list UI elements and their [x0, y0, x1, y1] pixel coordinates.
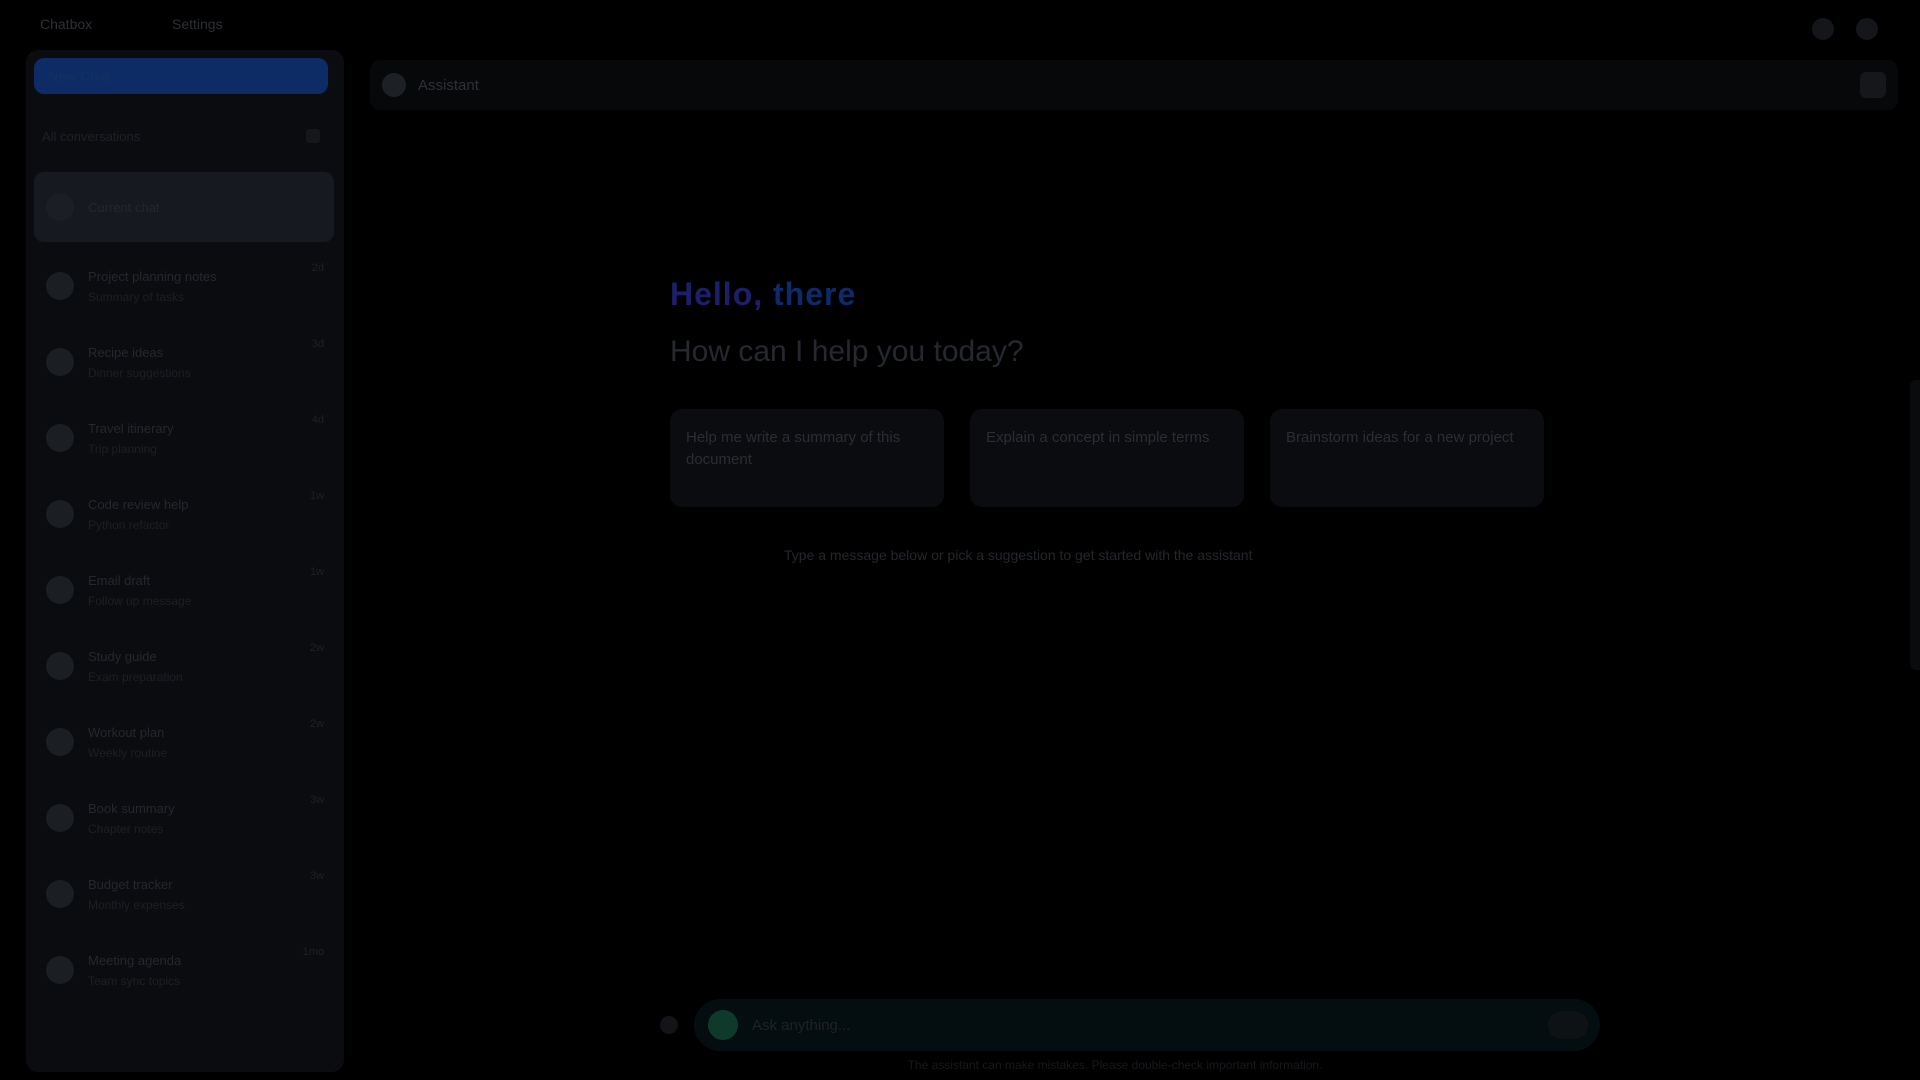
- conversation-item[interactable]: Email draft Follow up message 1w: [34, 552, 334, 628]
- minimize-icon[interactable]: [1812, 18, 1834, 40]
- conversation-time: 1w: [309, 490, 324, 502]
- conversation-title: Project planning notes: [88, 268, 217, 284]
- side-panel-handle[interactable]: [1910, 380, 1920, 670]
- title-bar: Chatbox Settings: [0, 0, 1920, 52]
- composer: Ask anything...: [660, 998, 1600, 1052]
- conversation-filter[interactable]: All conversations: [34, 122, 328, 150]
- conversation-time: 2w: [309, 718, 324, 730]
- chat-icon: [46, 424, 74, 452]
- conversation-subtitle: Summary of tasks: [88, 289, 185, 304]
- chat-icon: [46, 576, 74, 604]
- app-window: Chatbox Settings New Chat All conversati…: [0, 0, 1920, 1080]
- model-name[interactable]: Assistant: [418, 77, 479, 94]
- conversation-time: 2d: [311, 262, 324, 274]
- conversation-title: Recipe ideas: [88, 344, 164, 360]
- new-chat-button[interactable]: New Chat: [34, 58, 328, 94]
- conversation-subtitle: Trip planning: [88, 441, 157, 456]
- conversation-subtitle: Team sync topics: [88, 973, 181, 988]
- conversation-subtitle: Weekly routine: [88, 745, 168, 760]
- suggestion-card[interactable]: Brainstorm ideas for a new project: [1270, 409, 1544, 507]
- sidebar: New Chat All conversations Current chat …: [26, 50, 344, 1072]
- conversation-item[interactable]: Budget tracker Monthly expenses 3w: [34, 856, 334, 932]
- attach-icon[interactable]: [660, 1016, 678, 1034]
- conversation-item[interactable]: Code review help Python refactor 1w: [34, 476, 334, 552]
- conversation-time: 1mo: [302, 946, 324, 958]
- conversation-time: 3w: [309, 794, 324, 806]
- menu-item-app[interactable]: Chatbox: [40, 16, 92, 32]
- message-input[interactable]: Ask anything...: [752, 1017, 1586, 1034]
- conversation-subtitle: Python refactor: [88, 517, 170, 532]
- conversation-title: Budget tracker: [88, 876, 173, 892]
- chat-icon: [46, 500, 74, 528]
- chat-icon: [46, 804, 74, 832]
- conversation-item[interactable]: Book summary Chapter notes 3w: [34, 780, 334, 856]
- filter-label: All conversations: [42, 128, 141, 144]
- conversation-title: Current chat: [88, 199, 160, 215]
- disclaimer: The assistant can make mistakes. Please …: [907, 1058, 1323, 1072]
- greeting-name: there: [773, 276, 857, 312]
- chat-icon: [46, 956, 74, 984]
- conversation-title: Workout plan: [88, 724, 165, 740]
- menu-item-settings[interactable]: Settings: [172, 16, 223, 32]
- conversation-time: 1w: [309, 566, 324, 578]
- conversation-subtitle: Dinner suggestions: [88, 365, 191, 380]
- conversation-item[interactable]: Meeting agenda Team sync topics 1mo: [34, 932, 334, 1008]
- chat-header: Assistant: [370, 60, 1898, 110]
- conversation-list: Current chat Project planning notes Summ…: [34, 172, 334, 1008]
- conversation-title: Email draft: [88, 572, 151, 588]
- chat-icon: [46, 193, 74, 221]
- conversation-item[interactable]: Project planning notes Summary of tasks …: [34, 248, 334, 324]
- welcome-hint: Type a message below or pick a suggestio…: [784, 547, 1253, 563]
- greeting-prefix: Hello,: [670, 276, 764, 312]
- conversation-time: 3w: [309, 870, 324, 882]
- more-options-icon[interactable]: [1860, 72, 1886, 98]
- send-button[interactable]: [1548, 1011, 1588, 1039]
- conversation-item[interactable]: Study guide Exam preparation 2w: [34, 628, 334, 704]
- conversation-time: 3d: [311, 338, 324, 350]
- chat-icon: [46, 272, 74, 300]
- welcome-panel: Hello, there How can I help you today? H…: [670, 276, 1570, 563]
- conversation-title: Code review help: [88, 496, 189, 512]
- conversation-title: Book summary: [88, 800, 175, 816]
- suggestion-list: Help me write a summary of this document…: [670, 409, 1570, 507]
- suggestion-card[interactable]: Explain a concept in simple terms: [970, 409, 1244, 507]
- chat-icon: [46, 728, 74, 756]
- conversation-item[interactable]: Recipe ideas Dinner suggestions 3d: [34, 324, 334, 400]
- filter-icon: [306, 129, 320, 143]
- conversation-subtitle: Follow up message: [88, 593, 192, 608]
- conversation-subtitle: Exam preparation: [88, 669, 183, 684]
- microphone-icon[interactable]: [708, 1010, 738, 1040]
- chat-icon: [46, 880, 74, 908]
- conversation-subtitle: Monthly expenses: [88, 897, 185, 912]
- greeting: Hello, there: [670, 276, 1570, 313]
- conversation-title: Study guide: [88, 648, 157, 664]
- conversation-time: 2w: [309, 642, 324, 654]
- suggestion-card[interactable]: Help me write a summary of this document: [670, 409, 944, 507]
- conversation-item[interactable]: Workout plan Weekly routine 2w: [34, 704, 334, 780]
- welcome-question: How can I help you today?: [670, 335, 1024, 368]
- conversation-subtitle: Chapter notes: [88, 821, 164, 836]
- chat-icon: [46, 652, 74, 680]
- conversation-item[interactable]: Travel itinerary Trip planning 4d: [34, 400, 334, 476]
- chat-icon: [46, 348, 74, 376]
- conversation-title: Meeting agenda: [88, 952, 182, 968]
- conversation-item-active[interactable]: Current chat: [34, 172, 334, 242]
- message-input-container[interactable]: Ask anything...: [694, 999, 1600, 1051]
- conversation-title: Travel itinerary: [88, 420, 174, 436]
- close-icon[interactable]: [1856, 18, 1878, 40]
- model-icon[interactable]: [382, 73, 406, 97]
- conversation-time: 4d: [311, 414, 324, 426]
